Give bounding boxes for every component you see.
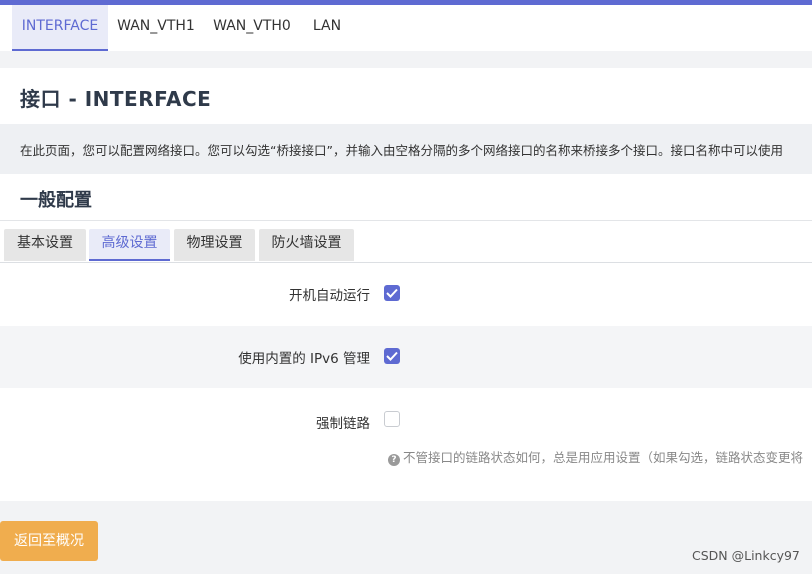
tab-advanced-settings[interactable]: 高级设置 [89, 229, 170, 261]
tab-lan[interactable]: LAN [302, 5, 352, 51]
ipv6-checkbox[interactable] [384, 348, 400, 364]
watermark: CSDN @Linkcy97 [692, 548, 800, 563]
force-link-hint: ? 不管接口的链路状态如何，总是用应用设置（如果勾选，链路状态变更将 [388, 447, 803, 466]
page-description: 在此页面，您可以配置网络接口。您可以勾选“桥接接口”，并输入由空格分隔的多个网络… [20, 143, 783, 158]
interface-tab-bar: INTERFACE WAN_VTH1 WAN_VTH0 LAN [0, 5, 812, 51]
force-link-checkbox[interactable] [384, 411, 400, 427]
tab-physical-settings[interactable]: 物理设置 [174, 229, 255, 261]
interface-config-card: 接口 - INTERFACE 在此页面，您可以配置网络接口。您可以勾选“桥接接口… [0, 68, 812, 501]
setting-row-auto-start: 开机自动运行 [0, 263, 812, 326]
description-panel: 在此页面，您可以配置网络接口。您可以勾选“桥接接口”，并输入由空格分隔的多个网络… [0, 124, 812, 174]
back-to-overview-button[interactable]: 返回至概况 [0, 521, 98, 561]
setting-row-ipv6: 使用内置的 IPv6 管理 [0, 326, 812, 388]
setting-row-force-link: 强制链路 ? 不管接口的链路状态如何，总是用应用设置（如果勾选，链路状态变更将 [0, 388, 812, 501]
section-divider [0, 220, 812, 221]
question-icon: ? [388, 454, 400, 466]
tab-wan-vth1[interactable]: WAN_VTH1 [110, 5, 202, 51]
force-link-hint-text: 不管接口的链路状态如何，总是用应用设置（如果勾选，链路状态变更将 [403, 450, 804, 465]
tab-wan-vth0[interactable]: WAN_VTH0 [204, 5, 300, 51]
tab-interface[interactable]: INTERFACE [12, 5, 108, 51]
auto-start-label: 开机自动运行 [289, 288, 370, 304]
tab-basic-settings[interactable]: 基本设置 [4, 229, 86, 261]
checkmark-icon [386, 288, 398, 298]
page-title: 接口 - INTERFACE [20, 87, 212, 111]
checkmark-icon [386, 351, 398, 361]
force-link-label: 强制链路 [316, 416, 370, 432]
section-title: 一般配置 [20, 190, 92, 211]
auto-start-checkbox[interactable] [384, 285, 400, 301]
tab-firewall-settings[interactable]: 防火墙设置 [259, 229, 354, 261]
ipv6-label: 使用内置的 IPv6 管理 [238, 351, 370, 367]
